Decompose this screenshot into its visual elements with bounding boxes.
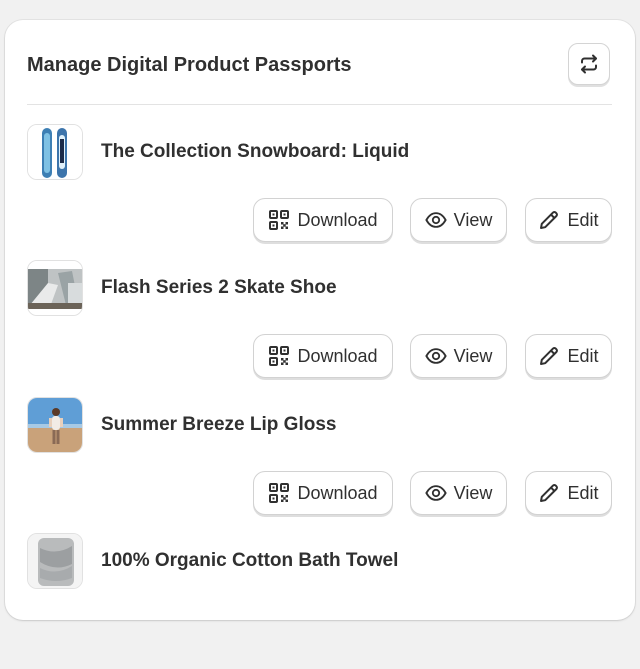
product-name: Flash Series 2 Skate Shoe: [101, 277, 337, 298]
header-divider: [27, 104, 612, 105]
view-button[interactable]: View: [410, 334, 507, 378]
download-label: Download: [297, 346, 378, 366]
edit-label: Edit: [567, 210, 599, 230]
product-name: Summer Breeze Lip Gloss: [101, 414, 337, 435]
edit-label: Edit: [567, 483, 599, 503]
view-button[interactable]: View: [410, 471, 507, 515]
qr-code-icon: [268, 209, 290, 231]
download-button[interactable]: Download: [253, 334, 393, 378]
passports-card: Manage Digital Product Passports The Col: [5, 20, 635, 620]
view-button[interactable]: View: [410, 198, 507, 242]
snowboard-image: [27, 124, 83, 180]
eye-icon: [424, 482, 447, 504]
product-row: Flash Series 2 Skate Shoe Download View …: [5, 260, 635, 396]
page-title: Manage Digital Product Passports: [27, 54, 352, 76]
skate-shoe-image: [27, 260, 83, 316]
product-row: Summer Breeze Lip Gloss Download View Ed…: [5, 397, 635, 533]
lip-gloss-image: [27, 397, 83, 453]
product-name: 100% Organic Cotton Bath Towel: [101, 550, 399, 571]
product-row: 100% Organic Cotton Bath Towel: [5, 533, 635, 669]
download-label: Download: [297, 210, 378, 230]
eye-icon: [424, 345, 447, 367]
pencil-icon: [538, 482, 560, 504]
qr-code-icon: [268, 345, 290, 367]
view-label: View: [453, 210, 493, 230]
view-label: View: [453, 346, 493, 366]
qr-code-icon: [268, 482, 290, 504]
download-label: Download: [297, 483, 378, 503]
download-button[interactable]: Download: [253, 198, 393, 242]
product-row: The Collection Snowboard: Liquid Downloa…: [5, 124, 635, 260]
bath-towel-image: [27, 533, 83, 589]
eye-icon: [424, 209, 447, 231]
pencil-icon: [538, 209, 560, 231]
download-button[interactable]: Download: [253, 471, 393, 515]
view-label: View: [453, 483, 493, 503]
refresh-button[interactable]: [568, 43, 610, 85]
product-name: The Collection Snowboard: Liquid: [101, 141, 410, 162]
edit-button[interactable]: Edit: [525, 334, 612, 378]
refresh-arrows-icon: [578, 53, 600, 75]
edit-label: Edit: [567, 346, 599, 366]
edit-button[interactable]: Edit: [525, 471, 612, 515]
pencil-icon: [538, 345, 560, 367]
edit-button[interactable]: Edit: [525, 198, 612, 242]
